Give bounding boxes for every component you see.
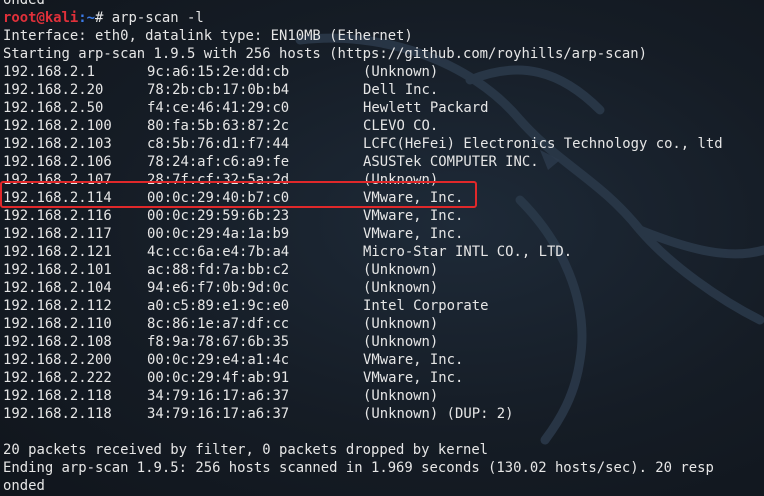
host-ip: 192.168.2.118 <box>3 388 112 404</box>
host-row: 192.168.2.112 a0:c5:89:e1:9c:e0 Intel Corp… <box>3 297 764 315</box>
prompt-path: :~ <box>78 10 96 26</box>
host-mac: 34:79:16:17:a6:37 <box>147 406 290 422</box>
host-mac: f8:9a:78:67:6b:35 <box>147 334 290 350</box>
host-ip: 192.168.2.106 <box>3 154 112 170</box>
host-vendor: (Unknown) <box>363 262 439 278</box>
host-ip: 192.168.2.112 <box>3 298 112 314</box>
terminal-window[interactable]: onded root@kali:~# arp-scan -l Interface… <box>0 0 764 496</box>
host-mac: c8:5b:76:d1:f7:44 <box>147 136 290 152</box>
host-vendor: (Unknown) <box>363 316 439 332</box>
host-ip: 192.168.2.222 <box>3 370 112 386</box>
prompt-user-host: root@kali <box>3 10 79 26</box>
host-row: 192.168.2.100 80:fa:5b:63:87:2c CLEVO CO. <box>3 117 764 135</box>
host-ip: 192.168.2.108 <box>3 334 112 350</box>
host-mac: 00:0c:29:4f:ab:91 <box>147 370 290 386</box>
previous-output-fragment: onded <box>3 0 45 8</box>
host-mac: f4:ce:46:41:29:c0 <box>147 100 290 116</box>
host-mac: 8c:86:1e:a7:df:cc <box>147 316 290 332</box>
host-vendor: VMware, Inc. <box>363 226 464 242</box>
host-ip: 192.168.2.118 <box>3 406 112 422</box>
host-ip: 192.168.2.50 <box>3 100 104 116</box>
host-vendor: (Unknown) <box>363 388 439 404</box>
host-ip: 192.168.2.116 <box>3 208 112 224</box>
interface-info-line: Interface: eth0, datalink type: EN10MB (… <box>3 28 413 44</box>
host-row: 192.168.2.121 4c:cc:6a:e4:7b:a4 Micro-Star… <box>3 243 764 261</box>
terminal-output: onded root@kali:~# arp-scan -l Interface… <box>3 0 764 495</box>
host-mac: 94:e6:f7:0b:9d:0c <box>147 280 290 296</box>
host-row: 192.168.2.108 f8:9a:78:67:6b:35 (Unknown) <box>3 333 764 351</box>
host-mac: ac:88:fd:7a:bb:c2 <box>147 262 290 278</box>
host-mac: 34:79:16:17:a6:37 <box>147 388 290 404</box>
host-row: 192.168.2.20 78:2b:cb:17:0b:b4 Dell Inc. <box>3 81 764 99</box>
host-row: 192.168.2.106 78:24:af:c6:a9:fe ASUSTek CO… <box>3 153 764 171</box>
host-row: 192.168.2.200 00:0c:29:e4:a1:4c VMware, In… <box>3 351 764 369</box>
host-ip: 192.168.2.200 <box>3 352 112 368</box>
host-row: 192.168.2.118 34:79:16:17:a6:37 (Unknown) <box>3 387 764 405</box>
host-ip: 192.168.2.101 <box>3 262 112 278</box>
host-row: 192.168.2.104 94:e6:f7:0b:9d:0c (Unknown) <box>3 279 764 297</box>
host-row: 192.168.2.50 f4:ce:46:41:29:c0 Hewlett Pac… <box>3 99 764 117</box>
host-ip: 192.168.2.1 <box>3 64 95 80</box>
host-vendor: CLEVO CO. <box>363 118 439 134</box>
host-vendor: VMware, Inc. <box>363 370 464 386</box>
host-mac: 00:0c:29:e4:a1:4c <box>147 352 290 368</box>
host-row: 192.168.2.116 00:0c:29:59:6b:23 VMware, In… <box>3 207 764 225</box>
host-row: 192.168.2.1 9c:a6:15:2e:dd:cb (Unknown) <box>3 63 764 81</box>
scan-end-line: Ending arp-scan 1.9.5: 256 hosts scanned… <box>3 460 714 476</box>
command-prompt-line: root@kali:~# arp-scan -l <box>3 9 764 27</box>
host-vendor: Micro-Star INTL CO., LTD. <box>363 244 573 260</box>
host-mac: 00:0c:29:59:6b:23 <box>147 208 290 224</box>
prompt-symbol: # <box>95 10 112 26</box>
host-row: 192.168.2.118 34:79:16:17:a6:37 (Unknown) … <box>3 405 764 423</box>
host-ip: 192.168.2.104 <box>3 280 112 296</box>
host-vendor: Dell Inc. <box>363 82 439 98</box>
host-mac: 00:0c:29:4a:1a:b9 <box>147 226 290 242</box>
host-mac: 9c:a6:15:2e:dd:cb <box>147 64 290 80</box>
host-row: 192.168.2.101 ac:88:fd:7a:bb:c2 (Unknown) <box>3 261 764 279</box>
host-vendor: (Unknown) <box>363 280 439 296</box>
scan-end-continuation: onded <box>3 478 45 494</box>
host-ip: 192.168.2.20 <box>3 82 104 98</box>
host-ip: 192.168.2.110 <box>3 316 112 332</box>
host-ip: 192.168.2.103 <box>3 136 112 152</box>
host-mac: a0:c5:89:e1:9c:e0 <box>147 298 290 314</box>
host-vendor: (Unknown) (DUP: 2) <box>363 406 514 422</box>
packets-summary-line: 20 packets received by filter, 0 packets… <box>3 442 489 458</box>
scan-start-line: Starting arp-scan 1.9.5 with 256 hosts (… <box>3 46 647 62</box>
command-text: arp-scan -l <box>111 10 204 26</box>
host-vendor: Hewlett Packard <box>363 100 489 116</box>
host-mac: 80:fa:5b:63:87:2c <box>147 118 290 134</box>
host-vendor: VMware, Inc. <box>363 352 464 368</box>
highlight-annotation-box <box>0 181 477 208</box>
host-list: 192.168.2.1 9c:a6:15:2e:dd:cb (Unknown) 19… <box>3 63 764 423</box>
host-row: 192.168.2.103 c8:5b:76:d1:f7:44 LCFC(HeFei… <box>3 135 764 153</box>
host-row: 192.168.2.117 00:0c:29:4a:1a:b9 VMware, In… <box>3 225 764 243</box>
host-mac: 78:2b:cb:17:0b:b4 <box>147 82 290 98</box>
host-vendor: LCFC(HeFei) Electronics Technology co., … <box>363 136 723 152</box>
host-vendor: VMware, Inc. <box>363 208 464 224</box>
host-mac: 4c:cc:6a:e4:7b:a4 <box>147 244 290 260</box>
host-vendor: Intel Corporate <box>363 298 489 314</box>
host-row: 192.168.2.222 00:0c:29:4f:ab:91 VMware, In… <box>3 369 764 387</box>
host-vendor: (Unknown) <box>363 64 439 80</box>
host-ip: 192.168.2.121 <box>3 244 112 260</box>
host-vendor: (Unknown) <box>363 334 439 350</box>
host-ip: 192.168.2.117 <box>3 226 112 242</box>
host-mac: 78:24:af:c6:a9:fe <box>147 154 290 170</box>
host-row: 192.168.2.110 8c:86:1e:a7:df:cc (Unknown) <box>3 315 764 333</box>
host-vendor: ASUSTek COMPUTER INC. <box>363 154 539 170</box>
host-ip: 192.168.2.100 <box>3 118 112 134</box>
